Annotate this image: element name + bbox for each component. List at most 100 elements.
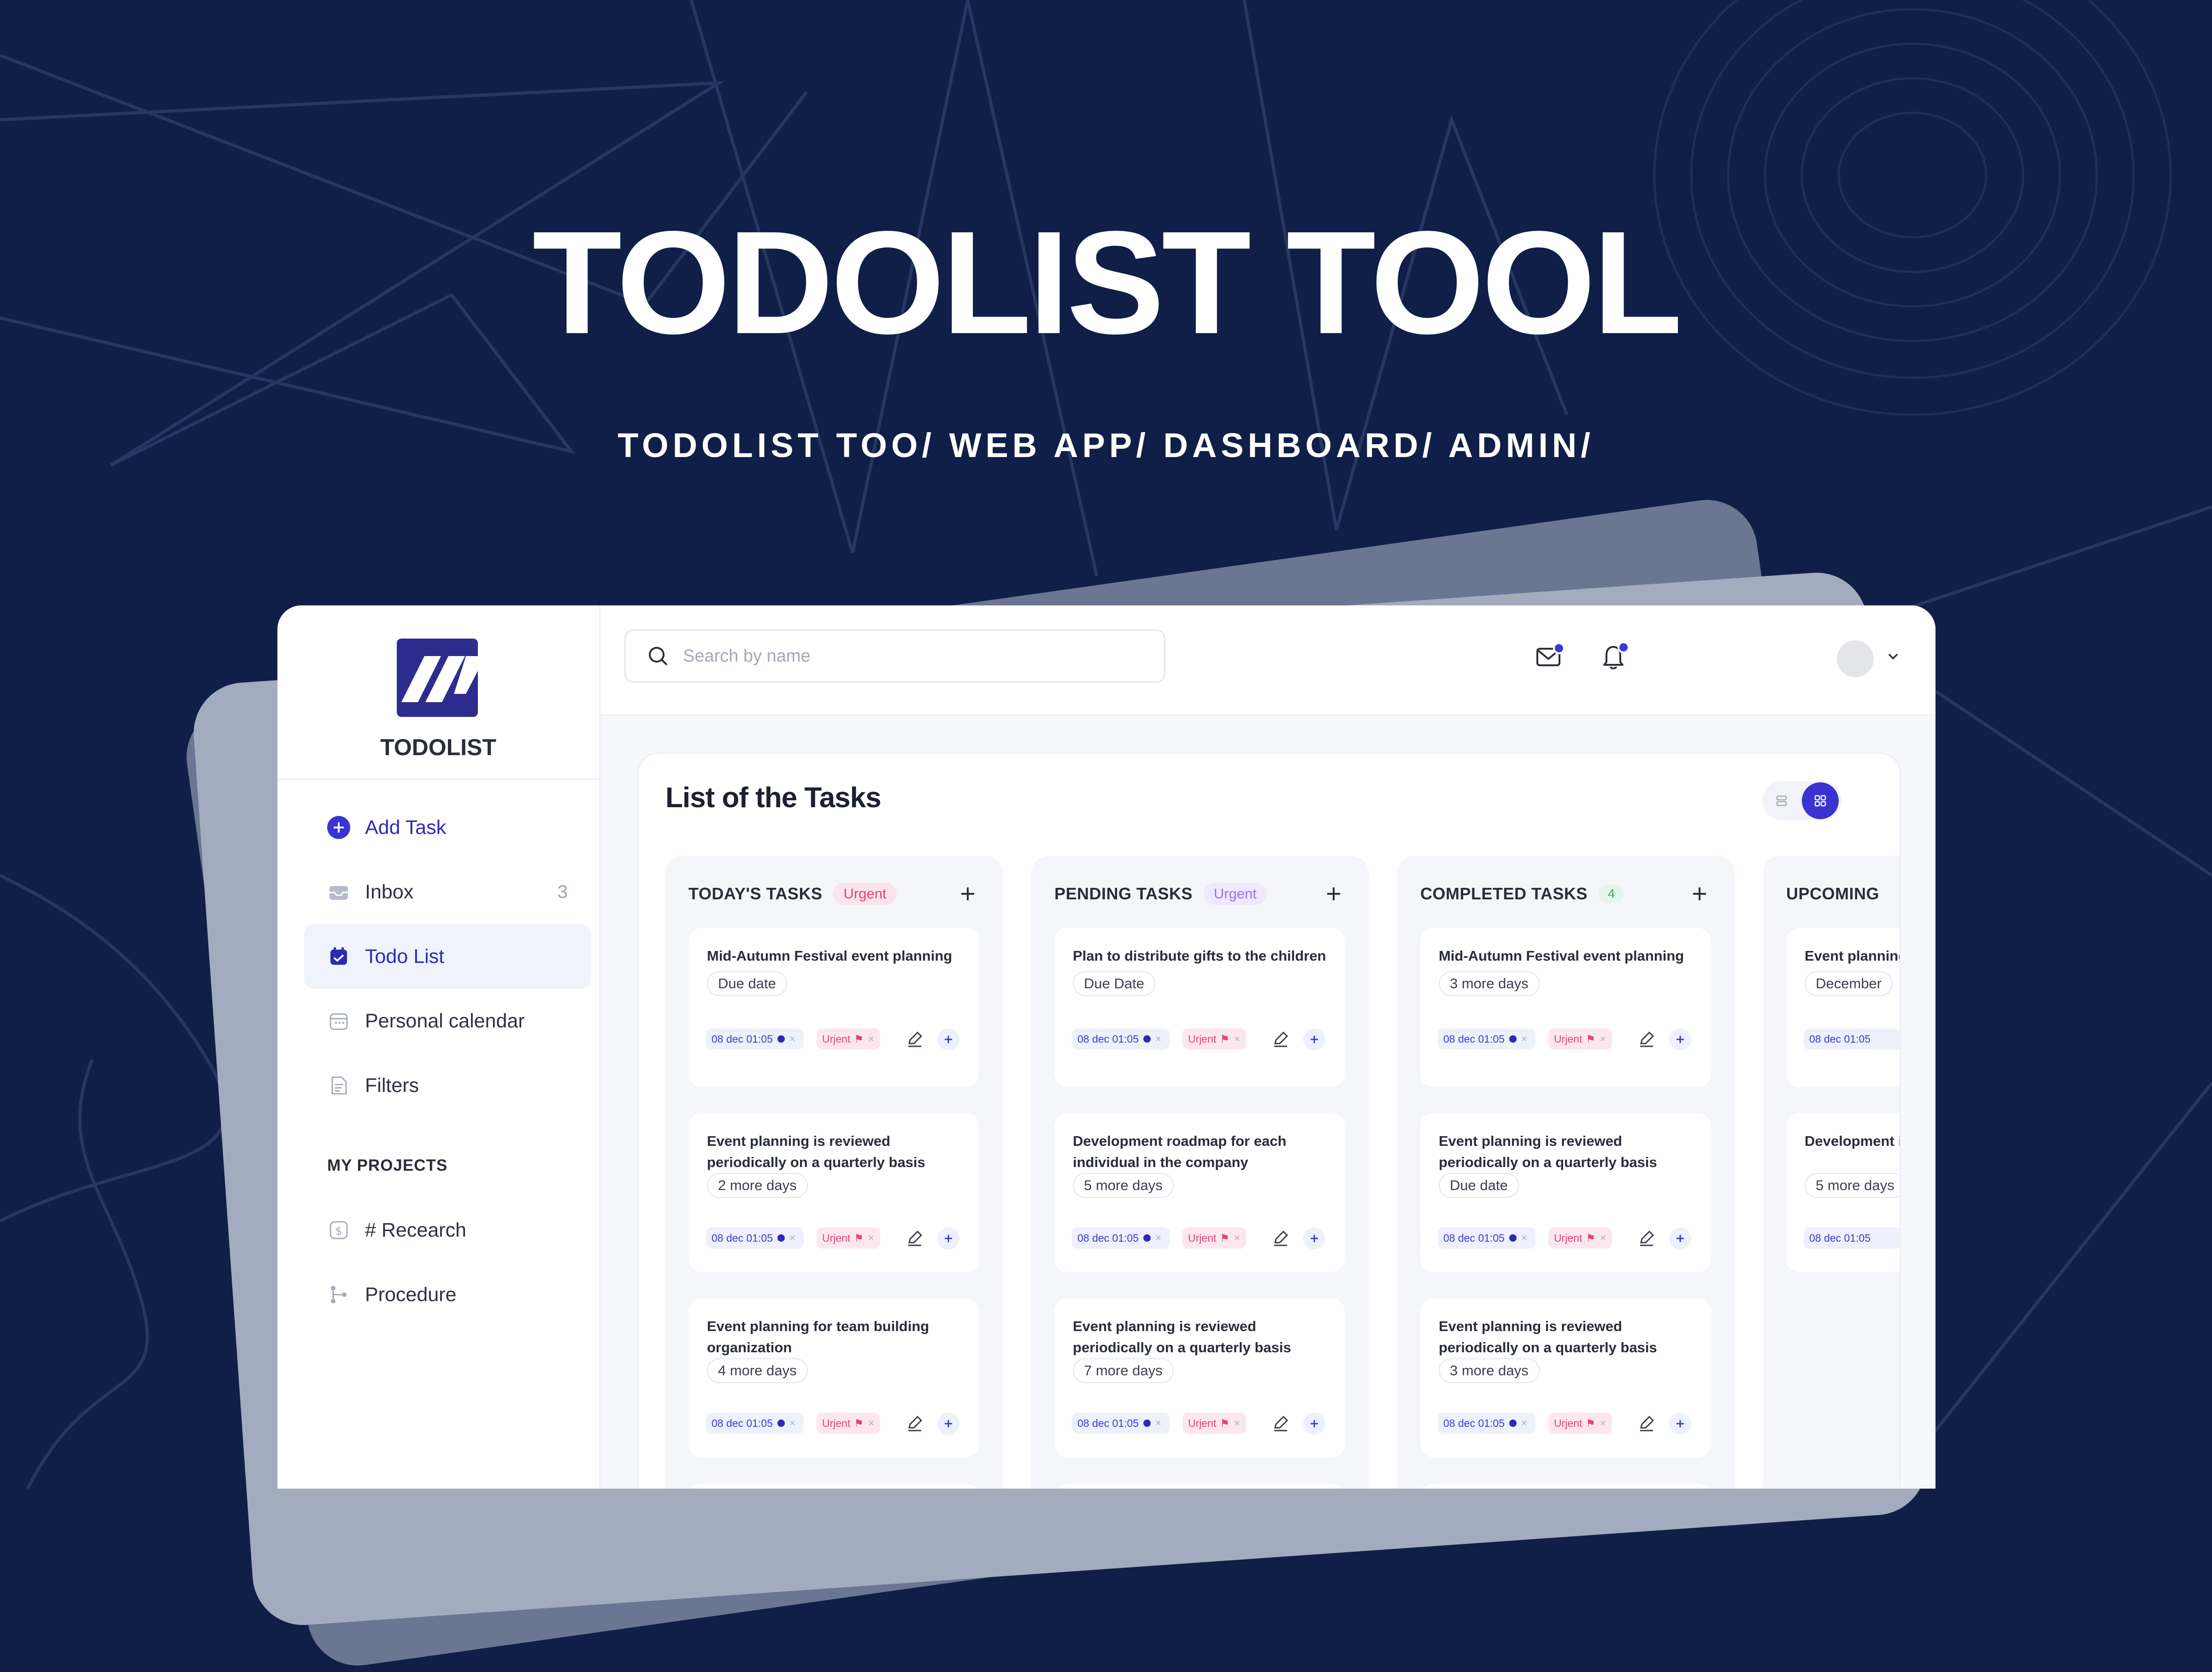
task-card[interactable]: Event planning is reviewed periodically … — [1054, 1298, 1345, 1457]
task-card[interactable] — [1420, 1484, 1711, 1489]
close-icon[interactable]: × — [1234, 1033, 1240, 1045]
date-chip[interactable]: 08 dec 01:05 — [1804, 1227, 1900, 1249]
urgent-tag[interactable]: Urjent ⚑ × — [1548, 1028, 1612, 1050]
date-chip[interactable]: 08 dec 01:05 × — [706, 1227, 804, 1249]
sidebar-item-todo-list[interactable]: Todo List — [304, 924, 591, 989]
close-icon[interactable]: × — [1155, 1417, 1161, 1429]
date-chip[interactable]: 08 dec 01:05 — [1804, 1028, 1900, 1050]
bell-notification-dot — [1618, 641, 1630, 653]
urgent-tag[interactable]: Urjent ⚑ × — [817, 1028, 880, 1050]
close-icon[interactable]: × — [1234, 1417, 1240, 1429]
tag-text: Urjent — [1554, 1417, 1583, 1429]
date-chip[interactable]: 08 dec 01:05 × — [706, 1028, 804, 1050]
add-subtask-button[interactable] — [1303, 1227, 1325, 1250]
date-chip[interactable]: 08 dec 01:05 × — [1072, 1413, 1170, 1434]
close-icon[interactable]: × — [789, 1232, 795, 1244]
edit-icon[interactable] — [1269, 1027, 1292, 1050]
sidebar-item-personal-calendar[interactable]: Personal calendar — [304, 989, 591, 1053]
task-card[interactable]: Event planning December 08 dec 01:05 — [1786, 928, 1900, 1087]
task-card[interactable]: Plan to distribute gifts to the children… — [1054, 928, 1345, 1087]
close-icon[interactable]: × — [1600, 1033, 1606, 1045]
task-card[interactable] — [688, 1484, 979, 1489]
task-card[interactable]: Mid-Autumn Festival event planning 3 mor… — [1420, 928, 1711, 1087]
close-icon[interactable]: × — [1155, 1232, 1161, 1244]
add-task-button[interactable]: Add Task — [304, 795, 591, 860]
date-chip[interactable]: 08 dec 01:05 × — [1438, 1413, 1535, 1434]
date-text: 08 dec 01:05 — [1077, 1232, 1139, 1244]
task-card[interactable]: Event planning for team building organiz… — [688, 1298, 979, 1457]
edit-icon[interactable] — [1635, 1027, 1658, 1050]
search-input[interactable] — [682, 645, 1099, 667]
add-subtask-button[interactable] — [1303, 1028, 1325, 1050]
edit-icon[interactable] — [903, 1412, 926, 1435]
sidebar-item-inbox[interactable]: Inbox 3 — [304, 860, 591, 924]
close-icon[interactable]: × — [1155, 1033, 1161, 1045]
plus-icon — [1311, 1420, 1318, 1427]
edit-icon[interactable] — [903, 1027, 926, 1050]
add-column-task-button[interactable] — [1688, 882, 1712, 906]
date-chip[interactable]: 08 dec 01:05 × — [1072, 1028, 1170, 1050]
urgent-tag[interactable]: Urjent ⚑ × — [817, 1227, 880, 1249]
flag-icon: ⚑ — [1220, 1033, 1230, 1045]
close-icon[interactable]: × — [868, 1033, 874, 1045]
sidebar-item-label: Inbox — [365, 880, 414, 903]
date-chip[interactable]: 08 dec 01:05 × — [706, 1413, 804, 1434]
close-icon[interactable]: × — [868, 1232, 874, 1244]
add-column-task-button[interactable] — [1322, 882, 1346, 906]
list-view-icon[interactable] — [1771, 791, 1792, 811]
date-chip[interactable]: 08 dec 01:05 × — [1072, 1227, 1170, 1249]
task-card[interactable]: Event planning is reviewed periodically … — [1420, 1113, 1711, 1272]
search-box[interactable] — [624, 629, 1165, 683]
todolist-logo-icon[interactable] — [397, 639, 478, 717]
grid-view-icon[interactable] — [1802, 782, 1839, 819]
add-subtask-button[interactable] — [1669, 1028, 1691, 1050]
task-card[interactable]: Development individual 5 more days 08 de… — [1786, 1113, 1900, 1272]
sidebar-item-filters[interactable]: Filters — [304, 1053, 591, 1118]
date-chip[interactable]: 08 dec 01:05 × — [1438, 1028, 1535, 1050]
add-subtask-button[interactable] — [1303, 1413, 1325, 1435]
close-icon[interactable]: × — [1600, 1232, 1606, 1244]
edit-icon[interactable] — [1269, 1412, 1292, 1435]
status-dot-icon — [1143, 1420, 1151, 1427]
bell-button[interactable] — [1597, 640, 1630, 673]
task-card[interactable]: Mid-Autumn Festival event planning Due d… — [688, 928, 979, 1087]
edit-icon[interactable] — [1635, 1412, 1658, 1435]
sidebar-item-procedure[interactable]: Procedure — [304, 1262, 591, 1327]
add-subtask-button[interactable] — [937, 1028, 959, 1050]
task-title: Event planning for team building organiz… — [707, 1318, 930, 1355]
chevron-down-icon[interactable] — [1886, 650, 1900, 663]
close-icon[interactable]: × — [868, 1417, 874, 1429]
close-icon[interactable]: × — [1234, 1232, 1240, 1244]
close-icon[interactable]: × — [1600, 1417, 1606, 1429]
add-subtask-button[interactable] — [1669, 1227, 1691, 1250]
edit-icon[interactable] — [1269, 1226, 1292, 1250]
close-icon[interactable]: × — [1521, 1232, 1527, 1244]
avatar[interactable] — [1837, 640, 1874, 677]
urgent-tag[interactable]: Urjent ⚑ × — [1182, 1227, 1246, 1249]
task-card[interactable]: Event planning is reviewed periodically … — [688, 1113, 979, 1272]
urgent-tag[interactable]: Urjent ⚑ × — [817, 1413, 880, 1434]
urgent-tag[interactable]: Urjent ⚑ × — [1182, 1028, 1246, 1050]
view-toggle — [1762, 781, 1841, 820]
urgent-tag[interactable]: Urjent ⚑ × — [1548, 1413, 1612, 1434]
urgent-tag[interactable]: Urjent ⚑ × — [1548, 1227, 1612, 1249]
due-badge: 2 more days — [707, 1173, 808, 1198]
close-icon[interactable]: × — [789, 1417, 795, 1429]
date-chip[interactable]: 08 dec 01:05 × — [1438, 1227, 1535, 1249]
close-icon[interactable]: × — [1521, 1417, 1527, 1429]
add-column-task-button[interactable] — [956, 882, 980, 906]
edit-icon[interactable] — [903, 1226, 926, 1250]
add-subtask-button[interactable] — [937, 1227, 959, 1250]
task-card[interactable] — [1054, 1484, 1345, 1489]
task-card[interactable]: Event planning is reviewed periodically … — [1420, 1298, 1711, 1457]
sidebar-item-research[interactable]: $ # Recearch — [304, 1198, 591, 1262]
close-icon[interactable]: × — [1521, 1033, 1527, 1045]
task-panel: List of the Tasks TODAY'S TASKS Urgent M… — [637, 752, 1901, 1489]
mail-button[interactable] — [1533, 640, 1565, 673]
add-subtask-button[interactable] — [937, 1413, 959, 1435]
close-icon[interactable]: × — [789, 1033, 795, 1045]
add-subtask-button[interactable] — [1669, 1413, 1691, 1435]
task-card[interactable]: Development roadmap for each individual … — [1054, 1113, 1345, 1272]
edit-icon[interactable] — [1635, 1226, 1658, 1250]
urgent-tag[interactable]: Urjent ⚑ × — [1182, 1413, 1246, 1434]
